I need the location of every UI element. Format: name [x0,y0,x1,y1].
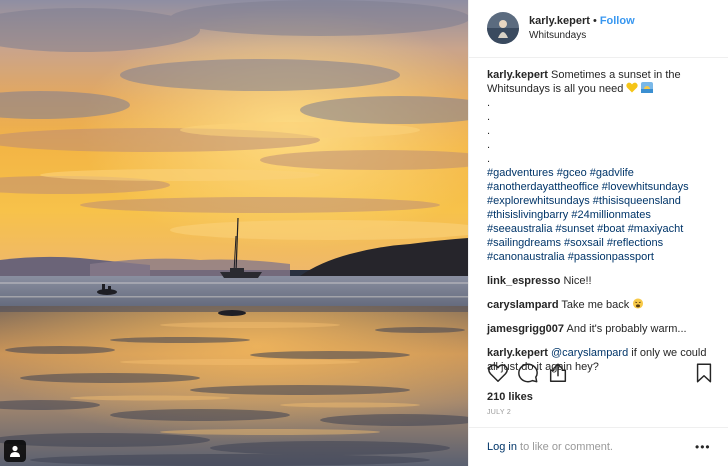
sunset-beach-image [0,0,468,466]
post-side-panel: karly.kepert • Follow Whitsundays karly.ke… [468,0,728,466]
follow-button[interactable]: Follow [600,15,635,27]
separator-dot: • [592,15,597,27]
hashtag-link[interactable]: #reflections [607,237,663,249]
comment-icon [518,363,538,383]
hashtag-link[interactable]: #thisislivingbarry [487,209,568,221]
hashtag-link[interactable]: #soxsail [564,237,604,249]
comments-list: karly.kepert Sometimes a sunset in the W… [487,68,717,374]
post-photo[interactable] [0,0,468,466]
comment-username[interactable]: jamesgrigg007 [487,323,564,335]
caption-dot: . [487,125,491,137]
comment-text: And it's probably warm... [566,323,687,335]
share-button[interactable] [547,362,571,386]
action-bar [487,362,715,386]
caption-dot: . [487,139,491,151]
comment-item: link_espresso Nice!! [487,274,717,288]
hashtag-link[interactable]: #gceo [557,167,587,179]
caption-dot: . [487,97,491,109]
user-tags-button[interactable] [4,440,26,462]
post-date[interactable]: JULY 2 [487,409,511,416]
post-header: karly.kepert • Follow Whitsundays [469,0,728,58]
login-prompt-text: to like or comment. [520,441,613,453]
weary-face-icon [633,298,644,309]
hashtag-link[interactable]: #gadvlife [590,167,634,179]
caption-dot: . [487,111,491,123]
hashtag-link[interactable]: #passionpassport [568,251,654,263]
caption-username[interactable]: karly.kepert [487,69,548,81]
hashtag-link[interactable]: #24millionmates [571,209,650,221]
yellow-heart-icon [626,82,639,93]
comment-button[interactable] [517,362,541,386]
comment-username[interactable]: karly.kepert [487,347,548,359]
hashtag-link[interactable]: #lovewhitsundays [602,181,689,193]
instagram-post: karly.kepert • Follow Whitsundays karly.ke… [0,0,728,466]
sunrise-icon [641,82,654,93]
hashtag-link[interactable]: #thisisqueensland [593,195,681,207]
comment-username[interactable]: caryslampard [487,299,559,311]
comment-item: jamesgrigg007 And it's probably warm... [487,322,717,336]
hashtag-link[interactable]: #maxiyacht [628,223,684,235]
hashtag-link[interactable]: #boat [597,223,625,235]
location-link[interactable]: Whitsundays [529,29,586,42]
hashtag-link[interactable]: #canonaustralia [487,251,565,263]
avatar[interactable] [487,12,519,44]
share-icon [549,363,567,382]
mention-link[interactable]: @caryslampard [551,347,628,359]
post-caption: karly.kepert Sometimes a sunset in the W… [487,68,717,264]
hashtag-link[interactable]: #anotherdayattheoffice [487,181,599,193]
caption-dot: . [487,153,491,165]
save-button[interactable] [693,362,717,386]
comment-text: Nice!! [563,275,592,287]
hashtag-block: #gadventures #gceo #gadvlife #anotherday… [487,166,717,264]
login-prompt: Log in to like or comment. [487,440,613,454]
avatar-image [487,12,519,44]
likes-count[interactable]: 210 likes [487,390,533,404]
login-link[interactable]: Log in [487,441,517,453]
like-button[interactable] [487,362,511,386]
person-icon [10,445,20,457]
caption-dots: . . . . . [487,96,717,166]
comment-item: caryslampard Take me back [487,298,717,312]
hashtag-link[interactable]: #gadventures [487,167,554,179]
hashtag-link[interactable]: #seeaustralia [487,223,552,235]
username-link[interactable]: karly.kepert [529,15,590,27]
hashtag-link[interactable]: #explorewhitsundays [487,195,590,207]
bookmark-icon [696,363,712,383]
hashtag-link[interactable]: #sunset [556,223,595,235]
hashtag-link[interactable]: #sailingdreams [487,237,561,249]
login-bar: Log in to like or comment. ••• [469,427,728,466]
comment-text: Take me back [561,299,630,311]
heart-icon [488,364,508,382]
more-options-button[interactable]: ••• [695,440,711,454]
header-user-line: karly.kepert • Follow [529,14,635,28]
comment-username[interactable]: link_espresso [487,275,560,287]
